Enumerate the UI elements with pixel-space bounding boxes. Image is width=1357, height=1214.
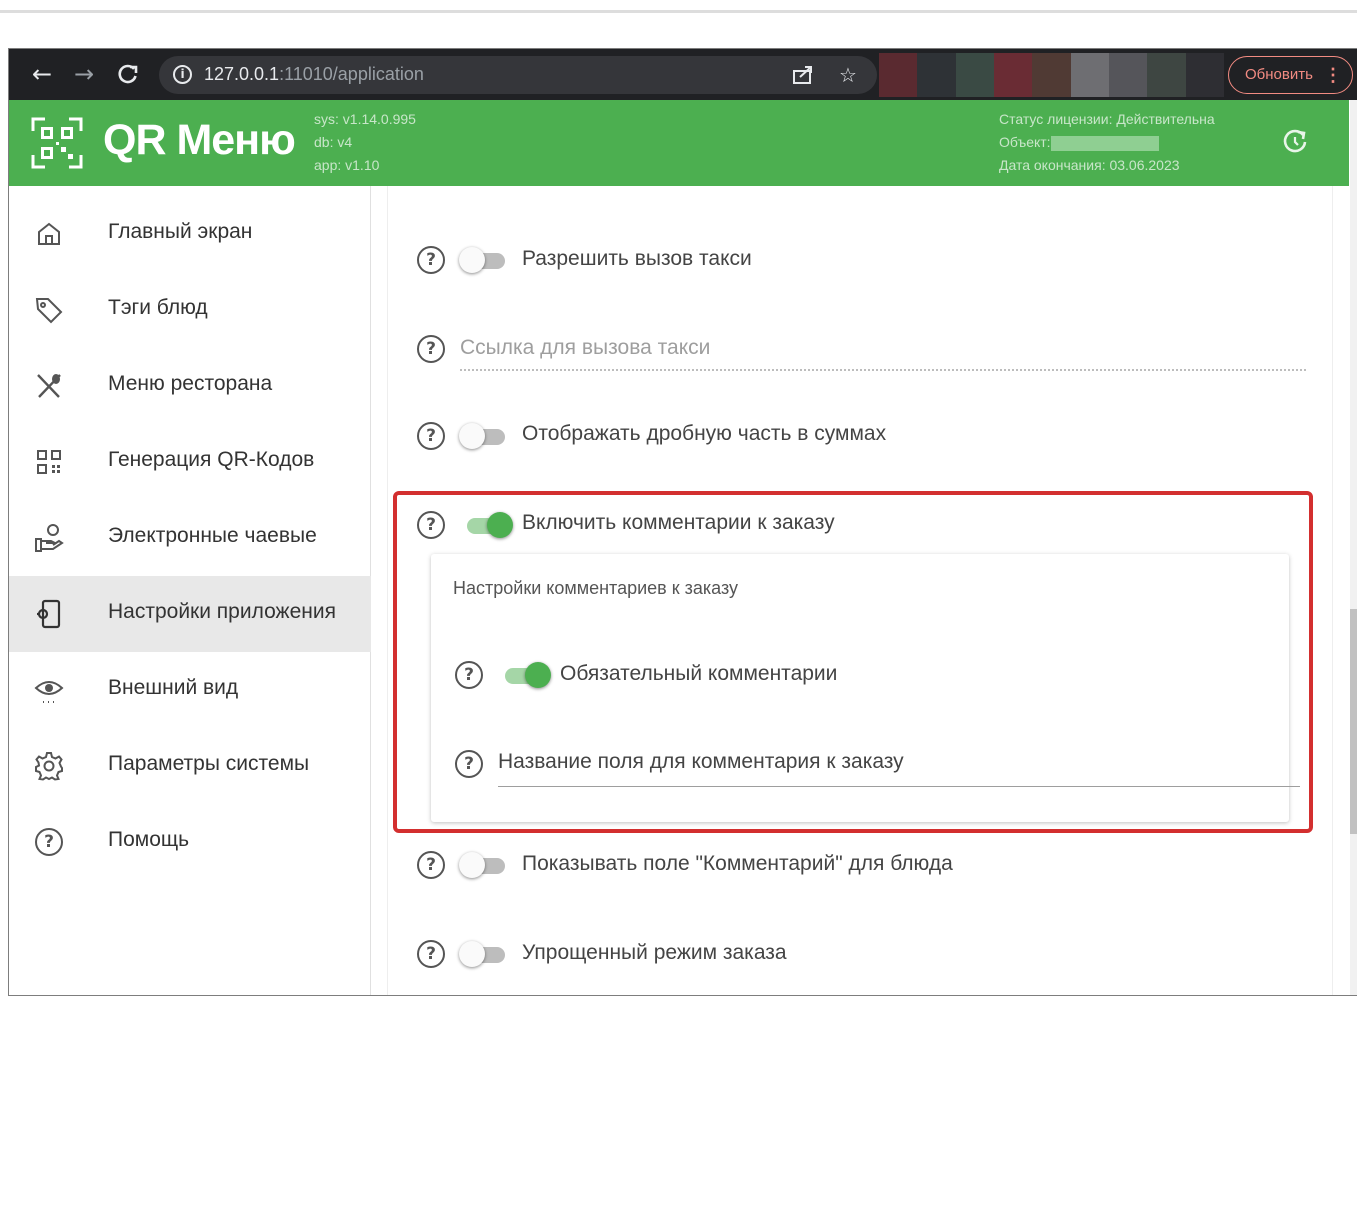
reload-icon[interactable] bbox=[113, 59, 143, 89]
sidebar-item-tips[interactable]: Электронные чаевые bbox=[9, 500, 371, 576]
browser-update-button[interactable]: Обновить ⋮ bbox=[1228, 56, 1353, 94]
browser-menu-icon[interactable]: ⋮ bbox=[1324, 57, 1342, 93]
refresh-license-icon[interactable] bbox=[1279, 126, 1311, 158]
site-info-icon[interactable]: i bbox=[173, 65, 192, 84]
sidebar-item-system-params[interactable]: Параметры системы bbox=[9, 728, 371, 804]
help-icon: ? bbox=[35, 828, 63, 856]
sidebar-item-app-settings[interactable]: Настройки приложения bbox=[9, 576, 371, 652]
screenshot-frame: ← → i 127.0.0.1:11010/application ☆ Обно… bbox=[8, 48, 1357, 996]
license-status: Статус лицензии: Действительна bbox=[999, 111, 1215, 127]
taxi-link-underline bbox=[460, 369, 1306, 371]
dish-comment-toggle[interactable] bbox=[459, 850, 511, 880]
object-name-redacted bbox=[1050, 135, 1159, 151]
db-version: db: v4 bbox=[314, 134, 353, 150]
forward-arrow-icon[interactable]: → bbox=[69, 59, 99, 89]
comments-settings-card: Настройки комментариев к заказу ? Обязат… bbox=[431, 554, 1300, 822]
sidebar-item-label: Внешний вид bbox=[108, 676, 239, 699]
qr-logo-icon bbox=[31, 117, 83, 169]
sidebar: Главный экран Тэги блюд Меню ресторана Г… bbox=[9, 186, 371, 995]
comments-settings-title: Настройки комментариев к заказу bbox=[453, 578, 739, 598]
sidebar-item-help[interactable]: ? Помощь bbox=[9, 804, 371, 880]
gear-icon bbox=[35, 752, 63, 781]
browser-toolbar: ← → i 127.0.0.1:11010/application ☆ Обно… bbox=[9, 49, 1357, 100]
comments-toggle[interactable] bbox=[461, 510, 513, 540]
help-icon[interactable]: ? bbox=[417, 422, 445, 450]
home-icon bbox=[38, 222, 60, 245]
app-settings-icon bbox=[37, 599, 61, 629]
help-icon[interactable]: ? bbox=[417, 940, 445, 968]
comment-field-underline bbox=[498, 786, 1300, 787]
sidebar-item-label: Настройки приложения bbox=[108, 600, 336, 623]
fraction-toggle[interactable] bbox=[459, 421, 511, 451]
extensions-area bbox=[879, 53, 1224, 97]
utensils-icon bbox=[37, 374, 61, 398]
taxi-link-input[interactable]: Ссылка для вызова такси bbox=[460, 336, 710, 360]
required-comment-label: Обязательный комментарии bbox=[560, 662, 838, 685]
simple-mode-toggle[interactable] bbox=[459, 939, 511, 969]
scrollbar-thumb[interactable] bbox=[1350, 609, 1357, 834]
back-arrow-icon[interactable]: ← bbox=[27, 59, 57, 89]
license-object: Объект: bbox=[999, 134, 1159, 151]
sys-version: sys: v1.14.0.995 bbox=[314, 111, 416, 127]
tag-icon bbox=[35, 298, 63, 324]
sidebar-item-restaurant-menu[interactable]: Меню ресторана bbox=[9, 348, 371, 424]
sidebar-item-label: Генерация QR-Кодов bbox=[108, 448, 315, 471]
help-icon[interactable]: ? bbox=[417, 335, 445, 363]
taxi-toggle[interactable] bbox=[459, 245, 511, 275]
sidebar-item-appearance[interactable]: Внешний вид bbox=[9, 652, 371, 728]
qr-code-icon bbox=[37, 450, 61, 474]
address-bar[interactable]: i 127.0.0.1:11010/application ☆ bbox=[159, 56, 877, 94]
fraction-toggle-label: Отображать дробную часть в суммах bbox=[522, 422, 887, 445]
help-icon[interactable]: ? bbox=[417, 246, 445, 274]
help-icon[interactable]: ? bbox=[417, 511, 445, 539]
tip-hand-icon bbox=[35, 524, 64, 552]
comment-field-name-input[interactable]: Название поля для комментария к заказу bbox=[498, 750, 904, 774]
sidebar-item-label: Помощь bbox=[108, 828, 190, 851]
sidebar-item-tags[interactable]: Тэги блюд bbox=[9, 272, 371, 348]
sidebar-item-label: Параметры системы bbox=[108, 752, 310, 775]
license-expiry: Дата окончания: 03.06.2023 bbox=[999, 157, 1180, 173]
help-icon[interactable]: ? bbox=[417, 851, 445, 879]
bookmark-star-icon[interactable]: ☆ bbox=[834, 61, 862, 89]
share-icon[interactable] bbox=[789, 61, 817, 89]
app-title: QR Меню bbox=[103, 116, 296, 164]
comments-toggle-label: Включить комментарии к заказу bbox=[522, 511, 835, 534]
app-version: app: v1.10 bbox=[314, 157, 380, 173]
scrollbar-track[interactable] bbox=[1350, 100, 1357, 995]
help-icon[interactable]: ? bbox=[455, 661, 483, 689]
sidebar-item-qr-generation[interactable]: Генерация QR-Кодов bbox=[9, 424, 371, 500]
simple-mode-label: Упрощенный режим заказа bbox=[522, 941, 787, 964]
dish-comment-label: Показывать поле "Комментарий" для блюда bbox=[522, 852, 953, 875]
sidebar-item-label: Тэги блюд bbox=[108, 296, 208, 319]
sidebar-item-label: Главный экран bbox=[108, 220, 253, 243]
sidebar-item-home[interactable]: Главный экран bbox=[9, 196, 371, 272]
sidebar-item-label: Меню ресторана bbox=[108, 372, 273, 395]
taxi-toggle-label: Разрешить вызов такси bbox=[522, 247, 752, 270]
page-top-border bbox=[0, 10, 1357, 13]
help-icon[interactable]: ? bbox=[455, 750, 483, 778]
app-header: QR Меню sys: v1.14.0.995 db: v4 app: v1.… bbox=[9, 100, 1349, 186]
url-text: 127.0.0.1:11010/application bbox=[204, 64, 424, 84]
sidebar-item-label: Электронные чаевые bbox=[108, 524, 317, 547]
required-comment-toggle[interactable] bbox=[499, 660, 551, 690]
eye-icon bbox=[34, 681, 64, 703]
